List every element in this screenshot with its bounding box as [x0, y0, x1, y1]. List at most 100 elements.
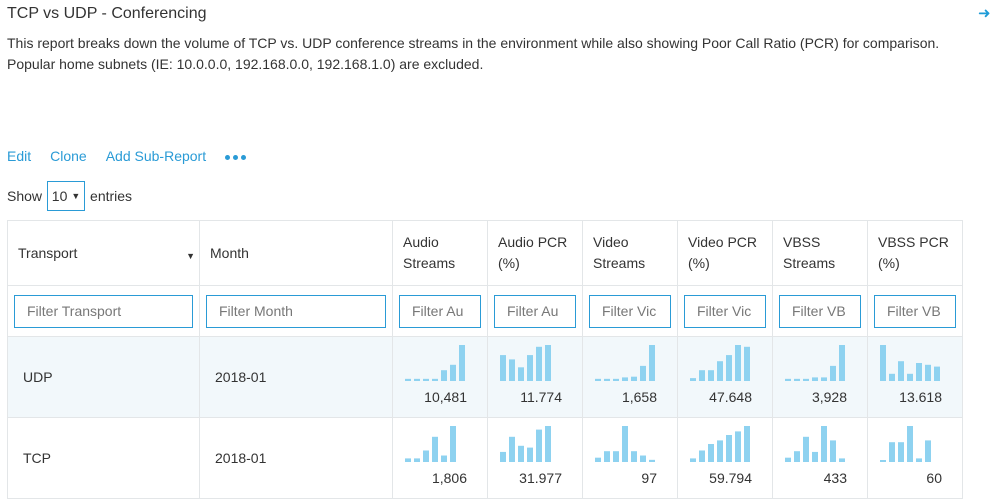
table-row[interactable]: TCP 2018-01 1,806 31.977 97 59.794 433 6… [7, 417, 963, 499]
filter-month-input[interactable] [206, 294, 386, 328]
spark-bar [423, 378, 429, 381]
spark-bar [925, 440, 931, 462]
filter-video-pcr-input[interactable] [684, 294, 766, 328]
spark-bar [717, 440, 723, 462]
spark-bar [631, 451, 637, 462]
spark-bar [649, 345, 655, 381]
cell-value: 13.618 [899, 389, 942, 405]
spark-bar [726, 435, 732, 462]
sparkline [880, 345, 940, 381]
spark-bar [916, 363, 922, 381]
spark-bar [405, 458, 411, 462]
spark-bar [785, 457, 791, 462]
sparkline [595, 426, 655, 462]
spark-bar [441, 455, 447, 462]
more-dots-icon[interactable] [225, 155, 247, 160]
page-length-select[interactable]: 10 ▼ [47, 181, 86, 211]
spark-bar [450, 364, 456, 381]
sort-down-icon: ▼ [186, 251, 195, 261]
column-header-video-pcr[interactable]: Video PCR (%) [677, 220, 773, 286]
spark-bar [699, 450, 705, 462]
spark-bar [423, 450, 429, 462]
spark-bar [907, 373, 913, 381]
spark-bar [527, 447, 533, 462]
edit-link[interactable]: Edit [7, 148, 31, 164]
spark-bar [500, 355, 506, 381]
filter-video-streams-input[interactable] [589, 294, 671, 328]
spark-bar [622, 377, 628, 381]
cell-value: 11.774 [520, 389, 562, 405]
header-row: Transport ▼ Month Audio Streams Audio PCR… [7, 220, 963, 286]
spark-bar [595, 378, 601, 381]
spark-bar [613, 378, 619, 381]
sparkline [880, 426, 931, 462]
spark-bar [898, 361, 904, 381]
column-header-month[interactable]: Month [199, 220, 393, 286]
spark-bar [830, 440, 836, 462]
filter-vbss-streams-input[interactable] [779, 294, 861, 328]
spark-bar [604, 451, 610, 462]
column-header-transport[interactable]: Transport ▼ [7, 220, 200, 286]
filter-vbss-pcr-input[interactable] [874, 294, 956, 328]
spark-bar [500, 451, 506, 462]
arrow-right-icon[interactable]: ➜ [978, 4, 990, 22]
cell-transport: UDP [7, 336, 200, 418]
spark-bar [889, 373, 895, 381]
sparkline [785, 426, 845, 462]
cell-value: 10,481 [424, 389, 467, 405]
sparkline [595, 345, 655, 381]
spark-bar [441, 370, 447, 381]
sparkline-cell: 47.648 [678, 337, 772, 417]
caret-down-icon: ▼ [71, 191, 81, 201]
filter-transport-input[interactable] [14, 294, 193, 328]
spark-bar [450, 426, 456, 462]
spark-bar [640, 455, 646, 462]
spark-bar [708, 370, 714, 381]
spark-bar [839, 458, 845, 462]
spark-bar [432, 378, 438, 381]
spark-bar [934, 366, 940, 381]
spark-bar [830, 365, 836, 381]
spark-bar [545, 345, 551, 381]
report-title: TCP vs UDP - Conferencing [7, 5, 207, 22]
spark-bar [812, 377, 818, 381]
spark-bar [595, 457, 601, 462]
cell-value: 433 [823, 470, 847, 486]
column-header-video-streams[interactable]: Video Streams [582, 220, 678, 286]
filter-audio-pcr-input[interactable] [494, 294, 576, 328]
sparkline-cell: 11.774 [488, 337, 582, 417]
add-sub-report-link[interactable]: Add Sub-Report [106, 148, 206, 164]
cell-transport: TCP [7, 417, 200, 499]
spark-bar [518, 445, 524, 462]
spark-bar [622, 426, 628, 462]
clone-link[interactable]: Clone [50, 148, 87, 164]
spark-bar [812, 451, 818, 462]
report-description: This report breaks down the volume of TC… [7, 35, 940, 72]
cell-value: 3,928 [811, 389, 847, 405]
sparkline-cell: 59.794 [678, 418, 772, 498]
sparkline-cell: 3,928 [773, 337, 867, 417]
spark-bar [613, 451, 619, 462]
column-header-audio-streams[interactable]: Audio Streams [392, 220, 488, 286]
spark-bar [604, 378, 610, 381]
filter-audio-streams-input[interactable] [399, 294, 481, 328]
sparkline-cell: 1,658 [583, 337, 677, 417]
sparkline-cell: 13.618 [868, 337, 962, 417]
length-menu: Show 10 ▼ entries [7, 181, 132, 211]
filter-row [7, 285, 963, 337]
spark-bar [699, 370, 705, 381]
column-header-vbss-streams[interactable]: VBSS Streams [772, 220, 868, 286]
spark-bar [889, 442, 895, 462]
spark-bar [744, 346, 750, 381]
spark-bar [640, 365, 646, 381]
spark-bar [708, 444, 714, 462]
cell-value: 31.977 [519, 470, 562, 486]
table-row[interactable]: UDP 2018-01 10,481 11.774 1,658 47.648 3… [7, 336, 963, 418]
cell-month: 2018-01 [199, 417, 393, 499]
spark-bar [907, 426, 913, 462]
cell-value: 97 [641, 470, 657, 486]
sparkline [500, 426, 551, 462]
column-header-vbss-pcr[interactable]: VBSS PCR (%) [867, 220, 963, 286]
column-header-audio-pcr[interactable]: Audio PCR (%) [487, 220, 583, 286]
spark-bar [735, 345, 741, 381]
